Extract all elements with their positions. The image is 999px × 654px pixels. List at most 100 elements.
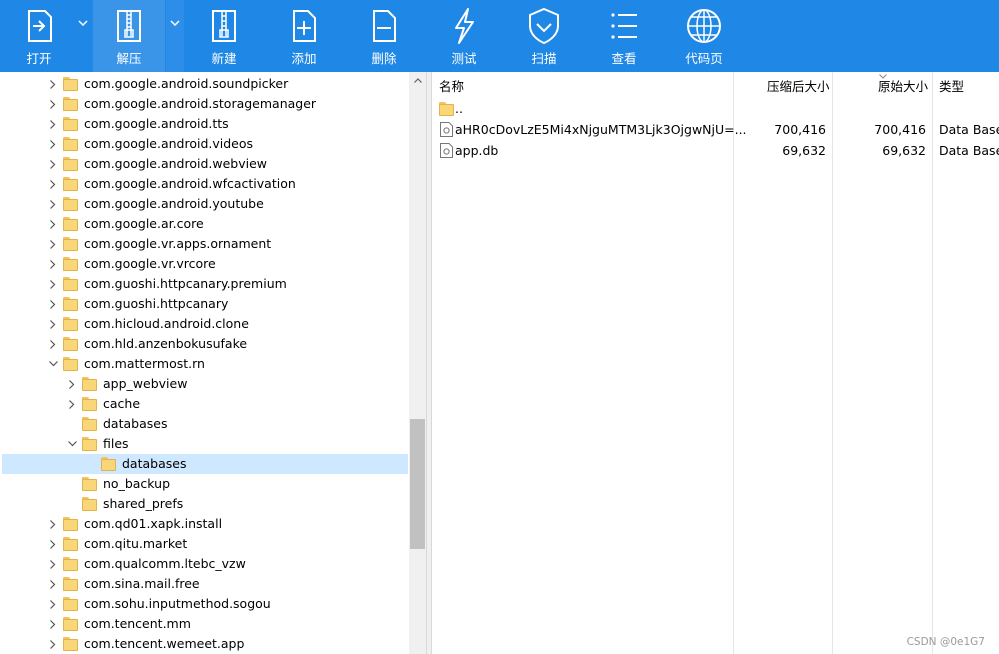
chevron-down-icon bbox=[170, 20, 180, 26]
chevron-right-icon[interactable] bbox=[67, 379, 77, 389]
delete-label: 删除 bbox=[371, 51, 397, 66]
extract-dropdown[interactable] bbox=[166, 0, 184, 72]
chevron-right-icon[interactable] bbox=[48, 119, 58, 129]
tree-item[interactable]: com.google.android.youtube bbox=[2, 194, 408, 214]
tree-scrollbar[interactable] bbox=[409, 72, 426, 654]
open-dropdown[interactable] bbox=[74, 0, 92, 72]
add-button[interactable]: 添加 bbox=[274, 0, 334, 72]
chevron-right-icon[interactable] bbox=[48, 339, 58, 349]
tree-item[interactable]: com.hicloud.android.clone bbox=[2, 314, 408, 334]
chevron-right-icon[interactable] bbox=[48, 79, 58, 89]
column-header-type[interactable]: 类型 bbox=[939, 72, 964, 98]
codepage-button[interactable]: 代码页 bbox=[672, 0, 736, 72]
chevron-right-icon[interactable] bbox=[48, 639, 58, 649]
parent-directory-label: .. bbox=[455, 101, 463, 116]
new-archive-button[interactable]: 新建 bbox=[188, 0, 260, 72]
chevron-down-icon[interactable] bbox=[67, 439, 77, 449]
tree-item[interactable]: com.qualcomm.ltebc_vzw bbox=[2, 554, 408, 574]
file-type: Data Base bbox=[939, 143, 999, 158]
tree-item[interactable]: com.google.android.tts bbox=[2, 114, 408, 134]
folder-icon bbox=[63, 156, 79, 171]
tree-item-label: com.hld.anzenbokusufake bbox=[84, 336, 248, 351]
file-row[interactable]: aHR0cDovLzE5Mi4xNjguMTM3Ljk3OjgwNjU=... … bbox=[432, 119, 999, 140]
chevron-right-icon[interactable] bbox=[48, 179, 58, 189]
tree-item[interactable]: com.tencent.wemeet.app bbox=[2, 634, 408, 654]
chevron-right-icon[interactable] bbox=[48, 219, 58, 229]
tree-item[interactable]: cache bbox=[2, 394, 408, 414]
tree-item[interactable]: com.google.android.webview bbox=[2, 154, 408, 174]
open-icon bbox=[28, 10, 52, 42]
tree-item[interactable]: files bbox=[2, 434, 408, 454]
folder-icon bbox=[82, 376, 98, 391]
tree-item[interactable]: com.google.android.videos bbox=[2, 134, 408, 154]
scroll-up-button[interactable] bbox=[409, 72, 426, 89]
file-name: app.db bbox=[455, 143, 499, 158]
tree-item[interactable]: databases bbox=[2, 454, 408, 474]
toolbar: 打开 解压 新建 添加 删除 测试 扫描 查看 代码页 bbox=[0, 0, 999, 72]
test-button[interactable]: 测试 bbox=[434, 0, 494, 72]
folder-icon bbox=[63, 616, 79, 631]
watermark: CSDN @0e1G7 bbox=[906, 636, 985, 648]
tree-item[interactable]: com.qitu.market bbox=[2, 534, 408, 554]
chevron-down-icon[interactable] bbox=[48, 359, 58, 369]
chevron-right-icon[interactable] bbox=[48, 99, 58, 109]
chevron-right-icon[interactable] bbox=[48, 199, 58, 209]
tree-item[interactable]: com.google.android.wfcactivation bbox=[2, 174, 408, 194]
tree-item[interactable]: com.guoshi.httpcanary bbox=[2, 294, 408, 314]
file-icon bbox=[440, 143, 453, 158]
column-header-name[interactable]: 名称 bbox=[439, 72, 464, 98]
chevron-right-icon[interactable] bbox=[48, 619, 58, 629]
chevron-right-icon[interactable] bbox=[48, 159, 58, 169]
tree-item[interactable]: com.mattermost.rn bbox=[2, 354, 408, 374]
tree-item[interactable]: com.google.android.soundpicker bbox=[2, 74, 408, 94]
parent-directory-row[interactable]: .. bbox=[432, 98, 999, 119]
scroll-thumb[interactable] bbox=[410, 419, 425, 549]
folder-tree: com.google.android.soundpicker com.google… bbox=[0, 72, 427, 654]
chevron-right-icon[interactable] bbox=[48, 539, 58, 549]
scan-button[interactable]: 扫描 bbox=[514, 0, 574, 72]
tree-item[interactable]: com.google.vr.apps.ornament bbox=[2, 234, 408, 254]
chevron-right-icon[interactable] bbox=[48, 279, 58, 289]
tree-item[interactable]: com.sina.mail.free bbox=[2, 574, 408, 594]
open-button[interactable]: 打开 bbox=[12, 0, 66, 72]
tree-item[interactable]: com.qd01.xapk.install bbox=[2, 514, 408, 534]
view-button[interactable]: 查看 bbox=[594, 0, 654, 72]
delete-button[interactable]: 删除 bbox=[354, 0, 414, 72]
folder-icon bbox=[101, 456, 117, 471]
file-icon bbox=[440, 122, 453, 137]
chevron-right-icon[interactable] bbox=[48, 519, 58, 529]
chevron-right-icon[interactable] bbox=[48, 599, 58, 609]
chevron-right-icon[interactable] bbox=[48, 579, 58, 589]
folder-icon bbox=[63, 556, 79, 571]
chevron-right-icon[interactable] bbox=[48, 299, 58, 309]
folder-icon bbox=[63, 576, 79, 591]
tree-item-label: shared_prefs bbox=[103, 496, 184, 511]
tree-item[interactable]: com.google.vr.vrcore bbox=[2, 254, 408, 274]
tree-item-label: com.google.vr.vrcore bbox=[84, 256, 216, 271]
add-file-icon bbox=[293, 10, 316, 42]
tree-item[interactable]: shared_prefs bbox=[2, 494, 408, 514]
tree-item[interactable]: com.guoshi.httpcanary.premium bbox=[2, 274, 408, 294]
extract-label: 解压 bbox=[116, 51, 142, 66]
chevron-right-icon[interactable] bbox=[48, 259, 58, 269]
tree-item[interactable]: com.tencent.mm bbox=[2, 614, 408, 634]
folder-icon bbox=[63, 236, 79, 251]
tree-item-label: com.google.android.videos bbox=[84, 136, 254, 151]
tree-item[interactable]: com.google.android.storagemanager bbox=[2, 94, 408, 114]
tree-item[interactable]: com.sohu.inputmethod.sogou bbox=[2, 594, 408, 614]
tree-item[interactable]: no_backup bbox=[2, 474, 408, 494]
chevron-right-icon[interactable] bbox=[48, 319, 58, 329]
chevron-right-icon[interactable] bbox=[48, 559, 58, 569]
tree-item[interactable]: databases bbox=[2, 414, 408, 434]
tree-item[interactable]: app_webview bbox=[2, 374, 408, 394]
chevron-right-icon[interactable] bbox=[48, 239, 58, 249]
tree-item-label: app_webview bbox=[103, 376, 188, 391]
chevron-right-icon[interactable] bbox=[67, 399, 77, 409]
tree-item[interactable]: com.google.ar.core bbox=[2, 214, 408, 234]
tree-item[interactable]: com.hld.anzenbokusufake bbox=[2, 334, 408, 354]
file-packed-size: 69,632 bbox=[782, 143, 826, 158]
extract-button[interactable]: 解压 bbox=[93, 0, 165, 72]
file-row[interactable]: app.db 69,632 69,632 Data Base bbox=[432, 140, 999, 161]
chevron-right-icon[interactable] bbox=[48, 139, 58, 149]
column-header-packed-size[interactable]: 压缩后大小 bbox=[767, 72, 830, 98]
